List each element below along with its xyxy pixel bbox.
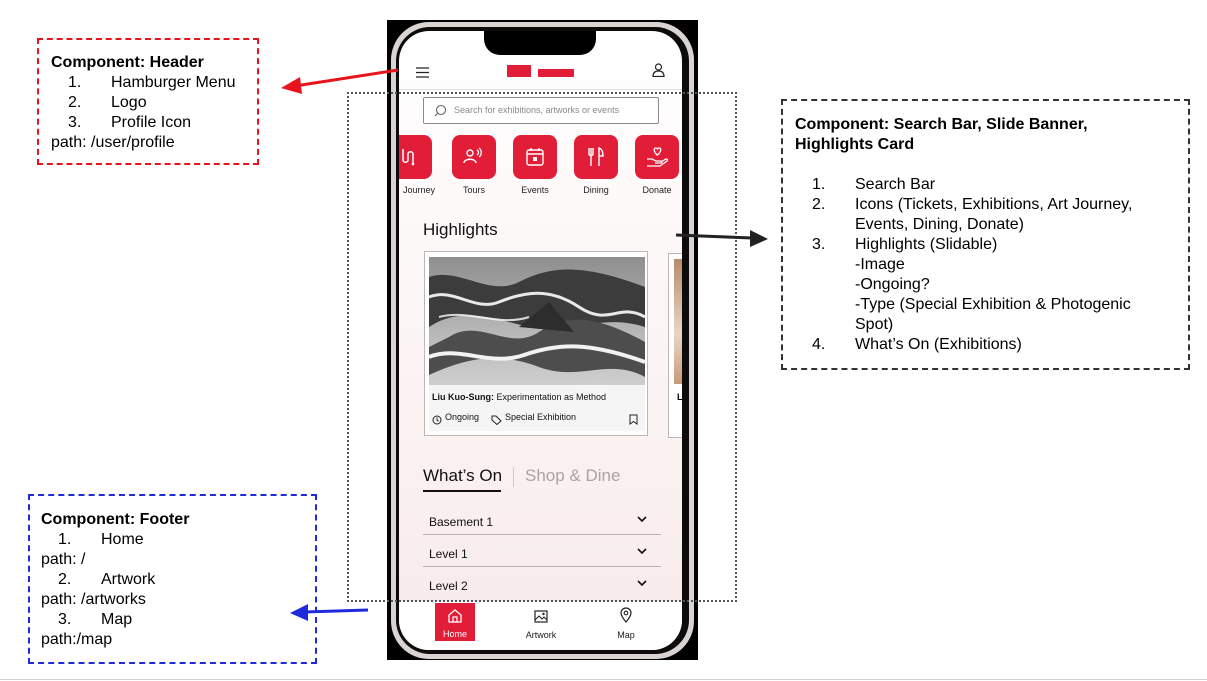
main-arrow [675,230,768,247]
page-bottom-rule [0,679,1207,680]
annotation-arrows [281,68,768,621]
header-arrow [281,68,399,94]
footer-arrow [290,604,369,621]
